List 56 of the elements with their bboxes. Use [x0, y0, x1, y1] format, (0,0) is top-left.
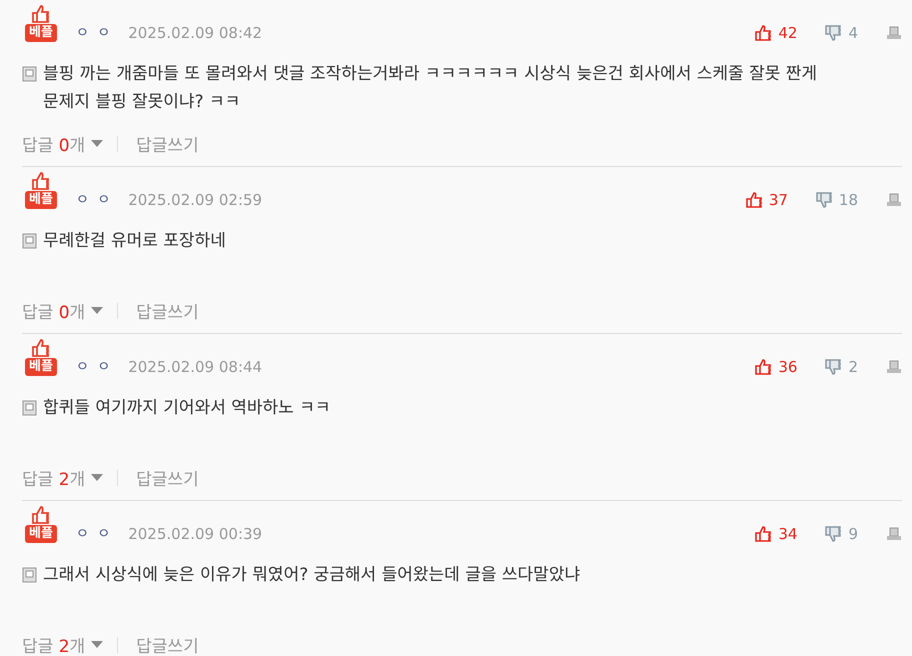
best-badge: 베플	[25, 525, 57, 543]
author-name: ㅇ ㅇ	[76, 191, 112, 209]
document-icon	[22, 233, 37, 249]
best-badge: 베플	[25, 191, 57, 209]
comment-text: 무례한걸 유머로 포장하네	[43, 230, 226, 253]
document-icon	[22, 567, 37, 583]
document-icon	[22, 66, 37, 82]
dislike-count: 9	[848, 525, 858, 543]
caret-icon[interactable]	[91, 140, 104, 147]
comment-date: 2025.02.09 02:59	[128, 191, 262, 209]
author-name: ㅇ ㅇ	[76, 525, 112, 543]
thumbs-up-icon	[31, 4, 51, 24]
printer-icon[interactable]	[886, 527, 902, 541]
thumbs-down-icon[interactable]	[825, 25, 842, 41]
caret-icon[interactable]	[91, 641, 104, 648]
thumbs-up-icon[interactable]	[755, 359, 772, 375]
comment-text: 그래서 시상식에 늦은 이유가 뭐였어? 궁금해서 들어왔는데 글을 쓰다말았냐	[43, 564, 580, 587]
comment-date: 2025.02.09 08:42	[128, 24, 262, 42]
like-count: 34	[778, 525, 798, 543]
best-badge: 베플	[25, 24, 57, 42]
write-reply-link[interactable]: 답글쓰기	[136, 298, 199, 323]
comment-date: 2025.02.09 08:44	[128, 358, 262, 376]
write-reply-link[interactable]: 답글쓰기	[136, 465, 199, 490]
dislike-count: 4	[848, 24, 858, 42]
printer-icon[interactable]	[886, 193, 902, 207]
thumbs-down-icon[interactable]	[825, 526, 842, 542]
like-count: 42	[778, 24, 798, 42]
dislike-count: 2	[848, 358, 858, 376]
author-name: ㅇ ㅇ	[76, 358, 112, 376]
caret-icon[interactable]	[91, 307, 104, 314]
write-reply-link[interactable]: 답글쓰기	[136, 632, 199, 656]
thumbs-up-icon[interactable]	[755, 25, 772, 41]
reply-toggle[interactable]: 답글 0개	[22, 298, 86, 323]
reply-toggle[interactable]: 답글 2개	[22, 465, 86, 490]
like-count: 36	[778, 358, 798, 376]
reply-toggle[interactable]: 답글 2개	[22, 632, 86, 656]
document-icon	[22, 400, 37, 416]
thumbs-up-icon	[31, 171, 51, 191]
best-badge: 베플	[25, 358, 57, 376]
write-reply-link[interactable]: 답글쓰기	[136, 131, 199, 156]
author-name: ㅇ ㅇ	[76, 24, 112, 42]
comment-text: 합퀴들 여기까지 기어와서 역바하노 ㅋㅋ	[43, 397, 330, 420]
thumbs-down-icon[interactable]	[825, 359, 842, 375]
thumbs-down-icon[interactable]	[816, 192, 833, 208]
reply-toggle[interactable]: 답글 0개	[22, 131, 86, 156]
caret-icon[interactable]	[91, 474, 104, 481]
thumbs-up-icon[interactable]	[755, 526, 772, 542]
printer-icon[interactable]	[886, 26, 902, 40]
comment-date: 2025.02.09 00:39	[128, 525, 262, 543]
thumbs-up-icon[interactable]	[746, 192, 763, 208]
dislike-count: 18	[838, 191, 858, 209]
comment-text: 블핑 까는 개줌마들 또 몰려와서 댓글 조작하는거봐라 ㅋㅋㅋㅋㅋㅋ 시상식 늦은건 회사에서 스케줄 잘못 짠게 문제지 블핑 잘못이냐? ㅋㅋ	[43, 63, 818, 114]
thumbs-up-icon	[31, 338, 51, 358]
thumbs-up-icon	[31, 505, 51, 525]
like-count: 37	[768, 191, 788, 209]
printer-icon[interactable]	[886, 360, 902, 374]
